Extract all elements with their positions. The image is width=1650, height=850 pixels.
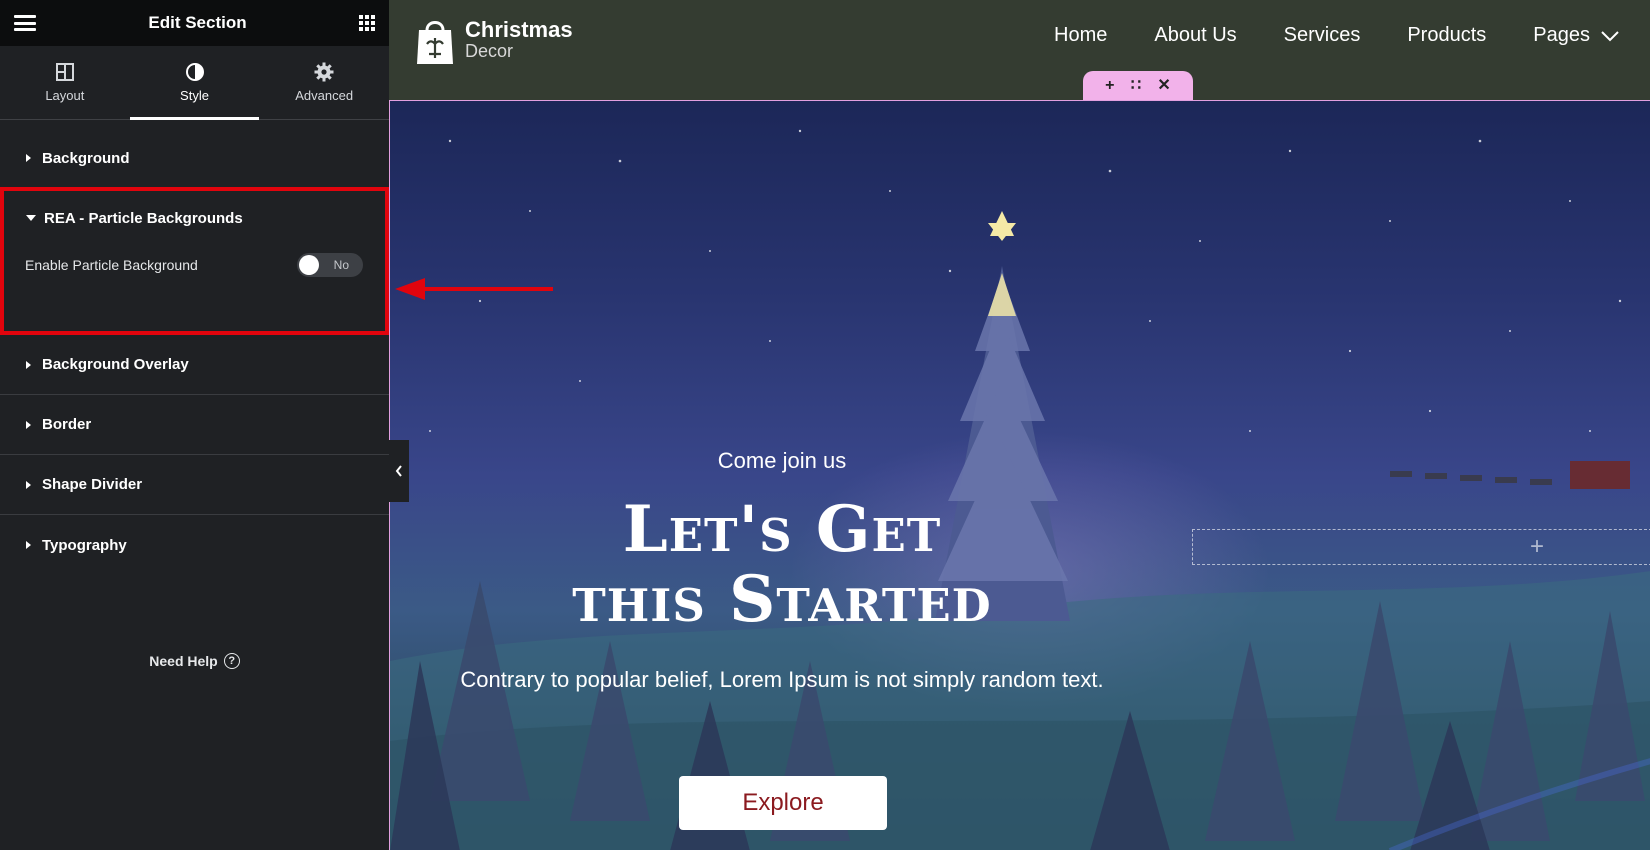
hero-section[interactable]: Come join us Let's Get this Started Cont… [389,100,1650,850]
particle-background-control: Enable Particle Background No [4,245,385,285]
contrast-icon [185,63,204,81]
tab-style[interactable]: Style [129,46,260,120]
hero-title-line-2: this Started [572,562,992,637]
empty-column-drop-zone[interactable]: + [1192,529,1650,565]
chevron-down-icon [1601,30,1619,41]
site-header: Christmas Decor Home About Us Services P… [389,0,1650,100]
section-typography-label: Typography [42,536,127,554]
caret-right-icon [26,360,31,369]
nav-link-home[interactable]: Home [1054,24,1107,47]
add-widget-icon[interactable]: + [1530,533,1544,561]
layout-icon [55,63,74,81]
site-preview: Christmas Decor Home About Us Services P… [389,0,1650,850]
caret-down-icon [26,215,36,221]
rea-particle-label: REA - Particle Backgrounds [44,209,243,227]
nav-link-services[interactable]: Services [1284,24,1361,47]
add-section-icon[interactable]: + [1105,77,1114,94]
need-help-label: Need Help [149,653,218,669]
explore-button[interactable]: Explore [679,776,887,830]
collapse-panel-button[interactable] [389,440,409,502]
section-background-overlay-label: Background Overlay [42,356,189,373]
section-border[interactable]: Border [0,395,389,455]
nav-link-pages[interactable]: Pages [1533,24,1620,47]
section-background-label: Background [42,149,130,167]
hero-description: Contrary to popular belief, Lorem Ipsum … [460,667,1104,692]
logo-name: Christmas [465,17,573,42]
panel-tabs: Layout Style Advanced [0,46,389,120]
section-border-label: Border [42,416,92,433]
widgets-grid-icon[interactable] [358,15,375,31]
tab-layout[interactable]: Layout [0,46,130,119]
delete-section-icon[interactable]: ✕ [1157,77,1170,94]
particle-background-label: Enable Particle Background [25,257,198,273]
caret-right-icon [26,480,31,489]
gift-bag-logo-icon [417,21,453,64]
hero-title: Let's Get this Started [390,495,1174,635]
nav-link-about-us[interactable]: About Us [1154,24,1236,47]
annotation-arrow [395,278,553,300]
panel-title: Edit Section [148,13,247,32]
toggle-state-text: No [333,258,349,272]
nav-pages-label: Pages [1533,24,1590,46]
caret-right-icon [26,541,31,549]
hero-background-illustration [390,129,1650,850]
panel-header: Edit Section [0,0,389,46]
nav-link-products[interactable]: Products [1407,24,1486,47]
hero-kicker: Come join us [717,448,847,473]
need-help-link[interactable]: Need Help ? [0,653,389,669]
tab-style-label: Style [180,88,209,103]
help-icon: ? [223,653,240,669]
section-shape-divider-label: Shape Divider [42,476,143,493]
section-background-overlay[interactable]: Background Overlay [0,335,389,395]
logo-text: Christmas Decor [465,17,573,62]
caret-right-icon [26,420,31,429]
section-handle-toolbar: + ∷ ✕ [1083,71,1193,100]
drag-section-icon[interactable]: ∷ [1131,77,1141,94]
tab-layout-label: Layout [45,88,85,103]
section-typography[interactable]: Typography [0,515,389,575]
editor-panel: Edit Section Layout Style Advanced Backg… [0,0,389,850]
rea-particle-section: REA - Particle Backgrounds Enable Partic… [0,187,389,335]
particle-background-toggle[interactable]: No [297,253,363,277]
section-background[interactable]: Background [0,128,389,188]
gear-icon [314,62,334,82]
main-nav: Home About Us Services Products Pages [1054,24,1620,47]
tab-advanced-label: Advanced [295,88,354,103]
section-shape-divider[interactable]: Shape Divider [0,455,389,515]
tab-advanced[interactable]: Advanced [259,46,389,119]
logo-subtitle: Decor [465,41,514,61]
toggle-knob [299,255,319,275]
caret-right-icon [26,154,31,162]
chevron-left-icon [395,465,402,477]
site-logo[interactable]: Christmas Decor [415,14,573,66]
hero-title-line-1: Let's Get [622,492,942,567]
rea-particle-header[interactable]: REA - Particle Backgrounds [4,191,385,245]
menu-icon[interactable] [14,15,36,31]
